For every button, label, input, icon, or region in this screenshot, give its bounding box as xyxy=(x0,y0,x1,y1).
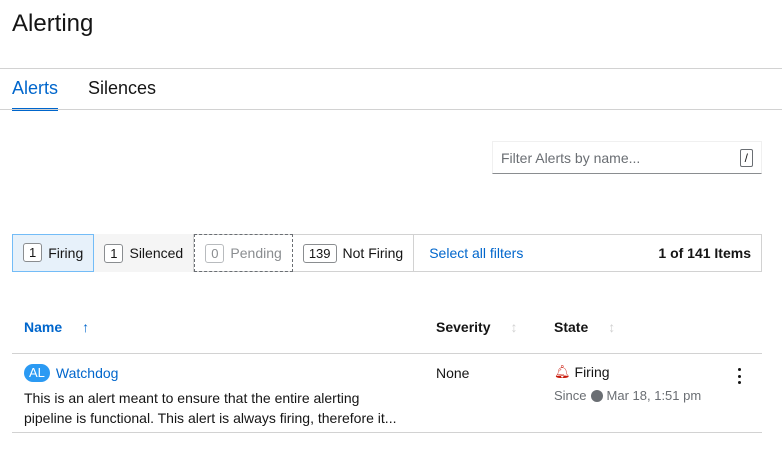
items-count: 1 of 141 Items xyxy=(658,245,751,261)
keyboard-shortcut-hint: / xyxy=(739,148,753,167)
state-label: Firing xyxy=(574,364,610,380)
alert-since: Since Mar 18, 1:51 pm xyxy=(554,388,701,403)
bell-icon: 🔔︎ xyxy=(554,364,571,379)
column-header-name[interactable]: Name ↑ xyxy=(24,319,89,335)
alert-state: 🔔︎ Firing xyxy=(554,364,610,380)
chip-label: Not Firing xyxy=(342,245,404,261)
arrow-up-icon: ↑ xyxy=(82,319,90,335)
divider xyxy=(0,68,782,69)
tab-bar: Alerts Silences xyxy=(12,78,156,111)
since-label: Since xyxy=(554,388,587,403)
filter-alerts-input[interactable] xyxy=(501,149,740,166)
divider xyxy=(0,109,782,110)
alert-rule-badge: AL xyxy=(24,364,50,382)
filter-chip-silenced[interactable]: 1 Silenced xyxy=(94,234,195,272)
column-header-label: Name xyxy=(24,319,63,335)
row-actions-kebab-icon[interactable] xyxy=(733,368,745,384)
chip-count: 1 xyxy=(23,243,43,262)
column-header-state[interactable]: State ↕ xyxy=(554,319,615,335)
table-header-divider xyxy=(12,353,762,354)
table-row-name-cell: AL Watchdog xyxy=(24,364,118,382)
column-header-label: Severity xyxy=(436,319,491,335)
chip-count: 139 xyxy=(302,243,337,263)
filter-chip-pending[interactable]: 0 Pending xyxy=(194,234,293,272)
filter-chip-firing[interactable]: 1 Firing xyxy=(12,233,95,272)
column-header-label: State xyxy=(554,319,589,335)
select-all-filters-link[interactable]: Select all filters xyxy=(429,245,523,261)
tab-silences[interactable]: Silences xyxy=(88,78,156,111)
alert-severity: None xyxy=(436,365,470,381)
alert-name-link[interactable]: Watchdog xyxy=(56,365,119,381)
chip-label: Pending xyxy=(230,245,282,261)
page-title: Alerting xyxy=(12,10,94,37)
chip-label: Firing xyxy=(48,244,84,261)
table-row-divider xyxy=(12,432,762,433)
since-time: Mar 18, 1:51 pm xyxy=(606,388,702,403)
chip-label: Silenced xyxy=(129,245,184,261)
sort-icon: ↕ xyxy=(510,319,518,335)
filter-alerts-box: / xyxy=(492,141,762,174)
globe-icon xyxy=(590,389,603,402)
column-header-severity[interactable]: Severity ↕ xyxy=(436,319,517,335)
sort-icon: ↕ xyxy=(608,319,616,335)
chip-count: 0 xyxy=(205,243,225,263)
tab-alerts[interactable]: Alerts xyxy=(12,78,59,111)
chip-count: 1 xyxy=(104,243,124,263)
alert-description: This is an alert meant to ensure that th… xyxy=(24,390,397,426)
row-filter-bar: 1 Firing 1 Silenced 0 Pending 139 Not Fi… xyxy=(12,233,762,272)
filter-chip-not-firing[interactable]: 139 Not Firing xyxy=(293,234,415,272)
